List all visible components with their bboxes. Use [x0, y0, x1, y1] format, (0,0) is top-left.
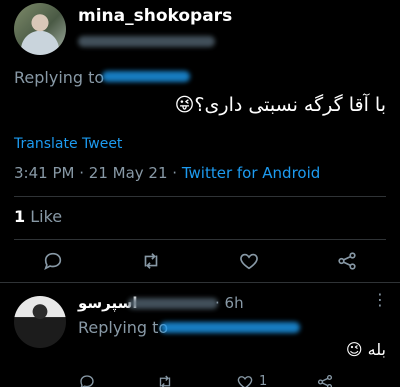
tweet-text: با آقا گرگه نسبتی داری؟😜	[174, 94, 386, 116]
more-options-icon[interactable]: ⋮	[372, 292, 388, 308]
reply-replying-to-label: Replying to	[78, 318, 169, 337]
tweet-source[interactable]: Twitter for Android	[182, 164, 320, 182]
like-count: 1	[14, 207, 26, 226]
retweet-icon[interactable]	[140, 250, 162, 272]
reply-icon[interactable]	[42, 250, 64, 272]
like-label: Like	[30, 207, 63, 226]
tweet-time: 3:41 PM	[14, 164, 75, 182]
translate-tweet-link[interactable]: Translate Tweet	[14, 136, 122, 152]
reply-handle-blurred	[128, 298, 218, 309]
divider	[0, 282, 400, 283]
divider	[14, 239, 386, 240]
likes-summary[interactable]: 1 Like	[14, 207, 62, 226]
reply-like-count: 1	[259, 374, 268, 387]
reply-reply-icon[interactable]	[78, 373, 96, 387]
share-icon[interactable]	[336, 250, 358, 272]
avatar[interactable]	[14, 3, 66, 55]
reply-like-icon[interactable]	[236, 373, 254, 387]
like-icon[interactable]	[238, 250, 260, 272]
reply-avatar[interactable]	[14, 296, 66, 348]
tweet-date: 21 May 21	[88, 164, 168, 182]
user-handle-blurred	[78, 36, 215, 47]
replying-to-label: Replying to	[14, 68, 105, 87]
reply-share-icon[interactable]	[316, 373, 334, 387]
reply-text: بله 😉	[345, 340, 386, 359]
reply-to-handle-blurred[interactable]	[102, 71, 190, 82]
tweet-meta: 3:41 PM · 21 May 21 · Twitter for Androi…	[14, 164, 321, 182]
divider	[14, 196, 386, 197]
username[interactable]: mina_shokopars	[78, 6, 232, 26]
reply-retweet-icon[interactable]	[156, 373, 174, 387]
reply-time: · 6h	[215, 294, 244, 312]
reply-reply-to-handle-blurred[interactable]	[160, 322, 300, 333]
